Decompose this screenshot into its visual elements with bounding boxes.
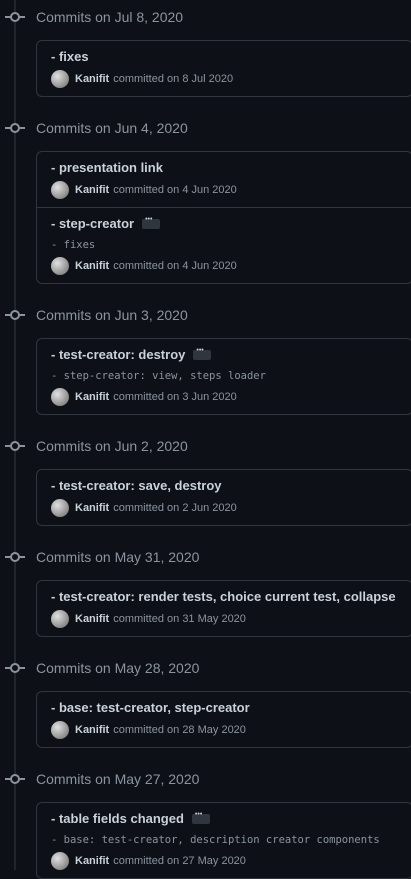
commit-group-header: Commits on Jun 3, 2020	[0, 298, 411, 332]
commit-group-date: Commits on Jul 8, 2020	[36, 9, 184, 25]
author-link[interactable]: Kanifit	[75, 855, 109, 867]
commit-date-text: committed on 28 May 2020	[113, 724, 246, 736]
commit-list: - table fields changed - base: test-creat…	[36, 802, 411, 879]
commit-title-link[interactable]: - step-creator	[51, 216, 134, 231]
commit-title-row: - test-creator: render tests, choice cur…	[51, 589, 398, 604]
commit-title-link[interactable]: - test-creator: destroy	[51, 347, 185, 362]
commit-group-date: Commits on Jun 3, 2020	[36, 307, 188, 323]
commit-group-date: Commits on May 27, 2020	[36, 771, 200, 787]
avatar[interactable]	[51, 721, 69, 739]
commit-date-text: committed on 4 Jun 2020	[113, 260, 237, 272]
commit-item: - test-creator: render tests, choice cur…	[37, 581, 411, 636]
commit-group: Commits on May 27, 2020 - table fields ch…	[0, 762, 411, 879]
commit-title-link[interactable]: - test-creator: save, destroy	[51, 478, 222, 493]
author-link[interactable]: Kanifit	[75, 502, 109, 514]
avatar[interactable]	[51, 852, 69, 870]
avatar[interactable]	[51, 70, 69, 88]
commit-title-row: - step-creator	[51, 216, 398, 231]
commit-group-header: Commits on Jul 8, 2020	[0, 0, 411, 34]
author-link[interactable]: Kanifit	[75, 724, 109, 736]
commit-group-header: Commits on May 31, 2020	[0, 540, 411, 574]
commit-item: - step-creator - fixes Kanifit committed on…	[37, 207, 411, 283]
avatar[interactable]	[51, 257, 69, 275]
commit-group: Commits on Jun 4, 2020 - presentation lin…	[0, 111, 411, 284]
commit-description: - base: test-creator, description creato…	[51, 834, 380, 846]
commit-group-date: Commits on May 28, 2020	[36, 660, 200, 676]
commit-title-row: - table fields changed	[51, 811, 398, 826]
commit-title-link[interactable]: - presentation link	[51, 160, 163, 175]
commit-title-link[interactable]: - table fields changed	[51, 811, 184, 826]
avatar[interactable]	[51, 181, 69, 199]
commit-group-date: Commits on May 31, 2020	[36, 549, 200, 565]
commit-list: - test-creator: destroy - step-creator: v…	[36, 338, 411, 415]
author-link[interactable]: Kanifit	[75, 184, 109, 196]
git-commit-icon	[5, 773, 25, 785]
commit-group: Commits on Jun 3, 2020 - test-creator: de…	[0, 298, 411, 415]
commit-meta: Kanifit committed on 2 Jun 2020	[51, 499, 398, 517]
expand-description-button[interactable]	[191, 811, 210, 824]
git-commit-icon	[5, 440, 25, 452]
commit-list: - presentation link Kanifit committed on 4…	[36, 151, 411, 284]
commit-date-text: committed on 3 Jun 2020	[113, 391, 237, 403]
commit-meta: Kanifit committed on 28 May 2020	[51, 721, 398, 739]
avatar[interactable]	[51, 388, 69, 406]
commit-meta: Kanifit committed on 31 May 2020	[51, 610, 398, 628]
commit-description: - step-creator: view, steps loader	[51, 370, 266, 382]
commit-group-header: Commits on May 27, 2020	[0, 762, 411, 796]
commit-group-header: Commits on Jun 2, 2020	[0, 429, 411, 463]
commit-date-text: committed on 8 Jul 2020	[113, 73, 234, 85]
author-link[interactable]: Kanifit	[75, 391, 109, 403]
commit-title-row: - fixes	[51, 49, 398, 64]
commit-description: - fixes	[51, 239, 96, 251]
commit-date-text: committed on 31 May 2020	[113, 613, 246, 625]
avatar[interactable]	[51, 499, 69, 517]
commit-meta: Kanifit committed on 3 Jun 2020	[51, 388, 398, 406]
commit-list: - test-creator: save, destroy Kanifit comm…	[36, 469, 411, 526]
commit-group: Commits on May 31, 2020 - test-creator: r…	[0, 540, 411, 637]
commit-timeline: Commits on Jul 8, 2020 - fixes Kanifit comm…	[0, 0, 411, 879]
commit-group: Commits on May 28, 2020 - base: test-crea…	[0, 651, 411, 748]
commit-meta: Kanifit committed on 8 Jul 2020	[51, 70, 398, 88]
commit-meta: Kanifit committed on 27 May 2020	[51, 852, 398, 870]
commit-list: - fixes Kanifit committed on 8 Jul 2020	[36, 40, 411, 97]
commit-title-link[interactable]: - test-creator: render tests, choice cur…	[51, 589, 396, 604]
commit-item: - base: test-creator, step-creator Kanifi…	[37, 692, 411, 747]
git-commit-icon	[5, 662, 25, 674]
git-commit-icon	[5, 309, 25, 321]
commit-title-link[interactable]: - base: test-creator, step-creator	[51, 700, 250, 715]
commit-group-header: Commits on Jun 4, 2020	[0, 111, 411, 145]
avatar[interactable]	[51, 610, 69, 628]
commit-date-text: committed on 4 Jun 2020	[113, 184, 237, 196]
author-link[interactable]: Kanifit	[75, 73, 109, 85]
commit-meta: Kanifit committed on 4 Jun 2020	[51, 257, 398, 275]
expand-description-button[interactable]	[193, 347, 212, 360]
commit-title-row: - base: test-creator, step-creator	[51, 700, 398, 715]
commit-group-header: Commits on May 28, 2020	[0, 651, 411, 685]
author-link[interactable]: Kanifit	[75, 260, 109, 272]
commit-title-row: - presentation link	[51, 160, 398, 175]
commit-group: Commits on Jun 2, 2020 - test-creator: sa…	[0, 429, 411, 526]
git-commit-icon	[5, 122, 25, 134]
commit-title-row: - test-creator: destroy	[51, 347, 398, 362]
author-link[interactable]: Kanifit	[75, 613, 109, 625]
git-commit-icon	[5, 551, 25, 563]
commit-group-date: Commits on Jun 4, 2020	[36, 120, 188, 136]
commit-list: - test-creator: render tests, choice cur…	[36, 580, 411, 637]
commit-item: - fixes Kanifit committed on 8 Jul 2020	[37, 41, 411, 96]
commit-item: - test-creator: save, destroy Kanifit comm…	[37, 470, 411, 525]
git-commit-icon	[5, 11, 25, 23]
commit-item: - test-creator: destroy - step-creator: v…	[37, 339, 411, 414]
commit-title-link[interactable]: - fixes	[51, 49, 89, 64]
commit-group-date: Commits on Jun 2, 2020	[36, 438, 188, 454]
commit-date-text: committed on 2 Jun 2020	[113, 502, 237, 514]
commit-title-row: - test-creator: save, destroy	[51, 478, 398, 493]
expand-description-button[interactable]	[142, 216, 161, 229]
commit-item: - table fields changed - base: test-creat…	[37, 803, 411, 878]
commit-group: Commits on Jul 8, 2020 - fixes Kanifit comm…	[0, 0, 411, 97]
commit-date-text: committed on 27 May 2020	[113, 855, 246, 867]
commit-item: - presentation link Kanifit committed on 4…	[37, 152, 411, 207]
commit-meta: Kanifit committed on 4 Jun 2020	[51, 181, 398, 199]
commit-list: - base: test-creator, step-creator Kanifi…	[36, 691, 411, 748]
